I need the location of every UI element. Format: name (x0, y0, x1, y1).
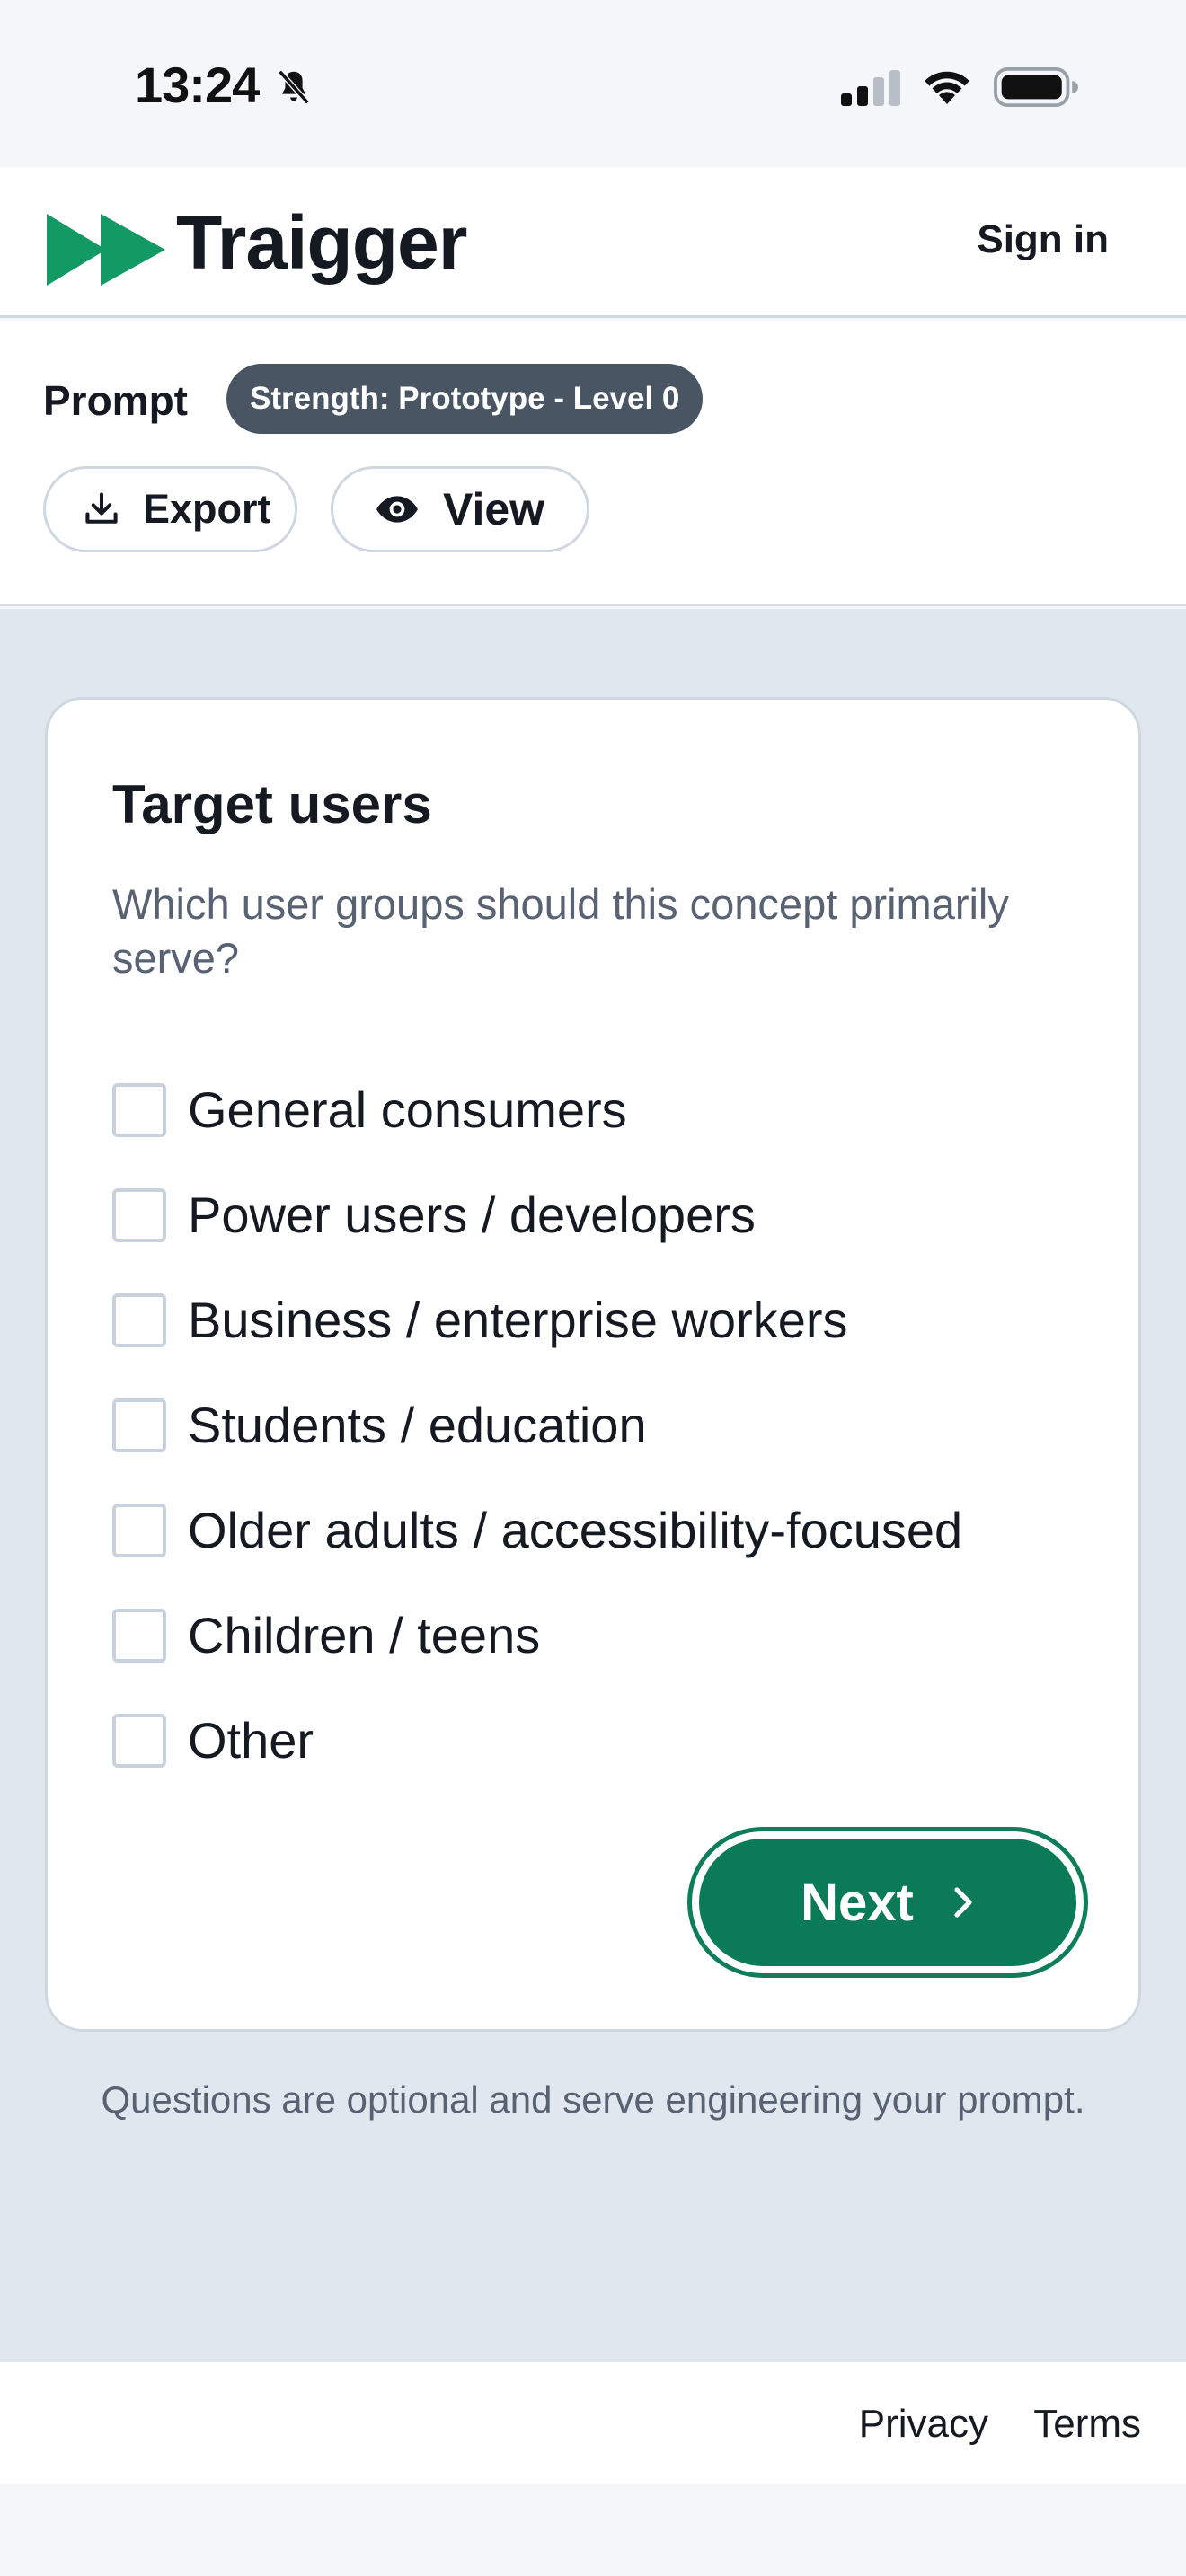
strength-badge: Strength: Prototype - Level 0 (226, 364, 704, 434)
checkbox[interactable] (112, 1608, 166, 1663)
view-button[interactable]: View (331, 466, 589, 552)
chevron-right-icon (954, 1887, 972, 1918)
next-button[interactable]: Next (699, 1839, 1076, 1966)
question-card: Target users Which user groups should th… (45, 697, 1141, 2032)
option-children-teens[interactable]: Children / teens (112, 1583, 962, 1688)
option-other[interactable]: Other (112, 1688, 962, 1793)
option-students[interactable]: Students / education (112, 1372, 962, 1478)
eye-icon (376, 496, 418, 523)
option-list: General consumers Power users / develope… (112, 1057, 962, 1793)
option-label: Power users / developers (188, 1187, 756, 1243)
checkbox[interactable] (112, 1503, 166, 1557)
battery-icon (994, 66, 1078, 108)
checkbox[interactable] (112, 1187, 166, 1242)
next-label: Next (801, 1873, 914, 1932)
checkbox[interactable] (112, 1082, 166, 1137)
view-label: View (443, 484, 545, 534)
option-general-consumers[interactable]: General consumers (112, 1057, 962, 1162)
double-play-logo-icon[interactable] (47, 214, 165, 286)
prompt-label: Prompt (43, 377, 188, 424)
export-button[interactable]: Export (43, 466, 297, 552)
option-label: Students / education (188, 1397, 647, 1453)
option-label: Older adults / accessibility-focused (188, 1502, 963, 1558)
cellular-signal-icon (841, 70, 900, 106)
prompt-toolbar: Prompt Strength: Prototype - Level 0 Exp… (0, 321, 1186, 606)
question-title: Target users (112, 774, 432, 834)
checkbox[interactable] (112, 1398, 166, 1452)
checkbox[interactable] (112, 1292, 166, 1347)
sign-in-link[interactable]: Sign in (977, 217, 1109, 262)
option-label: Other (188, 1712, 314, 1769)
brand-name[interactable]: Traigger (176, 199, 467, 287)
question-description: Which user groups should this concept pr… (112, 880, 1009, 982)
checkbox[interactable] (112, 1713, 166, 1768)
next-button-focus-ring: Next (687, 1827, 1088, 1978)
app-header: Traigger Sign in (0, 167, 1186, 318)
option-label: Children / teens (188, 1607, 541, 1663)
privacy-link[interactable]: Privacy (859, 2402, 988, 2447)
status-time: 13:24 (135, 57, 260, 113)
terms-link[interactable]: Terms (1033, 2402, 1141, 2447)
wifi-icon (925, 71, 969, 104)
bell-slash-icon (278, 69, 310, 105)
download-icon (85, 492, 118, 524)
option-business-workers[interactable]: Business / enterprise workers (112, 1267, 962, 1372)
main-content: Target users Which user groups should th… (0, 609, 1186, 2362)
option-older-adults[interactable]: Older adults / accessibility-focused (112, 1478, 962, 1583)
optional-footnote: Questions are optional and serve enginee… (101, 2078, 1085, 2121)
status-bar: 13:24 (0, 0, 1186, 167)
option-power-users[interactable]: Power users / developers (112, 1162, 962, 1267)
page-footer: Privacy Terms (0, 2362, 1186, 2484)
option-label: General consumers (188, 1081, 627, 1138)
export-label: Export (143, 486, 271, 532)
option-label: Business / enterprise workers (188, 1292, 848, 1348)
